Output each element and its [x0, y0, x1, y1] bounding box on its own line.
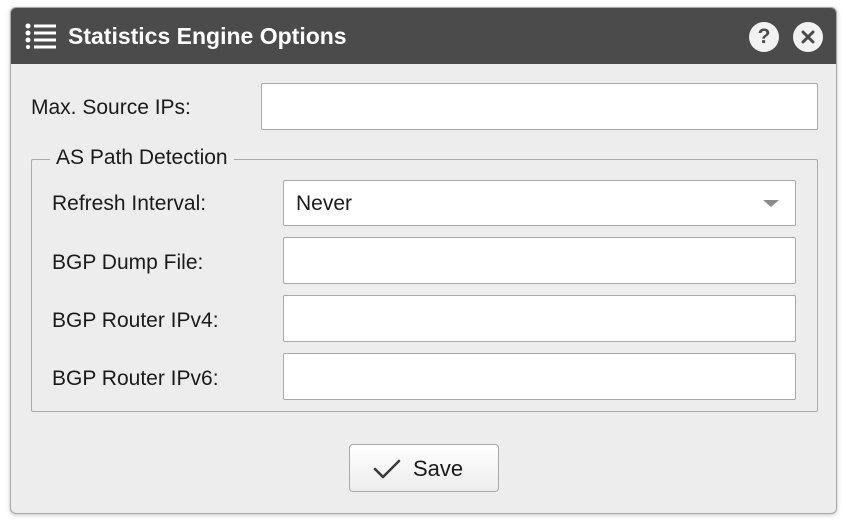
refresh-interval-value: Never [296, 192, 353, 215]
save-button[interactable]: Save [349, 444, 499, 492]
bgp-dump-file-input[interactable] [283, 237, 796, 284]
dialog-titlebar: Statistics Engine Options ? [11, 8, 836, 64]
refresh-interval-label: Refresh Interval: [52, 192, 207, 215]
save-button-label: Save [413, 456, 464, 481]
refresh-interval-select[interactable]: Never [283, 180, 796, 226]
max-source-ips-label: Max. Source IPs: [31, 96, 191, 119]
as-path-detection-legend: AS Path Detection [50, 145, 234, 171]
statistics-engine-options-dialog: Statistics Engine Options ? Max. Source … [10, 7, 837, 514]
question-mark-icon: ? [757, 25, 771, 48]
bgp-router-ipv6-label: BGP Router IPv6: [52, 367, 219, 390]
chevron-down-icon [763, 200, 779, 207]
max-source-ips-input[interactable] [261, 83, 818, 130]
close-button[interactable] [793, 22, 823, 52]
close-x-icon [801, 30, 815, 44]
checkmark-icon [373, 459, 401, 479]
bgp-router-ipv6-input[interactable] [283, 353, 796, 400]
bgp-router-ipv4-label: BGP Router IPv4: [52, 309, 219, 332]
bgp-dump-file-label: BGP Dump File: [52, 251, 204, 274]
help-button[interactable]: ? [749, 22, 779, 52]
dialog-title: Statistics Engine Options [68, 23, 347, 49]
bgp-router-ipv4-input[interactable] [283, 295, 796, 342]
list-icon [25, 23, 56, 49]
